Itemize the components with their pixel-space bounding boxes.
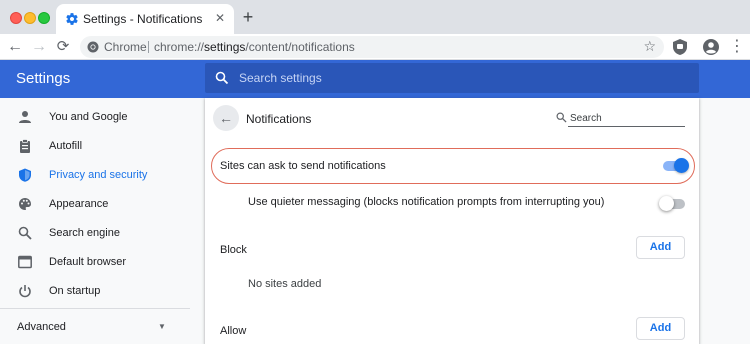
allow-add-button[interactable]: Add — [636, 317, 685, 340]
sidebar-item-label: You and Google — [49, 111, 128, 123]
bookmark-star-icon[interactable]: ☆ — [643, 38, 656, 55]
block-add-button[interactable]: Add — [636, 236, 685, 259]
back-button[interactable]: ← — [4, 36, 26, 58]
quiet-messaging-toggle[interactable] — [659, 196, 685, 211]
sidebar-divider — [0, 308, 190, 309]
power-icon — [19, 285, 31, 298]
shield-icon — [19, 168, 31, 182]
sidebar-item-label: On startup — [49, 285, 101, 297]
clipboard-icon — [20, 139, 30, 153]
toggle-knob — [659, 196, 674, 211]
notifications-toggle[interactable] — [663, 158, 689, 173]
new-tab-button[interactable]: + — [239, 8, 257, 26]
sidebar-item-you-and-google[interactable]: You and Google — [0, 103, 190, 132]
sidebar-item-autofill[interactable]: Autofill — [0, 132, 190, 161]
search-icon — [18, 226, 32, 240]
tab-close-button[interactable]: ✕ — [212, 10, 228, 26]
url-scheme: chrome:// — [154, 40, 205, 54]
back-arrow-button[interactable]: ← — [213, 105, 239, 131]
block-section-title: Block — [220, 244, 247, 256]
sidebar-item-label: Default browser — [49, 256, 127, 268]
notifications-toggle-row[interactable]: Sites can ask to send notifications — [211, 148, 695, 184]
toggle-knob — [674, 158, 689, 173]
browser-icon — [18, 255, 32, 269]
section-title: Notifications — [246, 112, 312, 126]
url-path: /content/notifications — [245, 40, 355, 54]
minimize-window-button[interactable] — [24, 12, 36, 24]
browser-toolbar: ← → ⟳ Chrome chrome://settings/content/n… — [0, 34, 750, 60]
sidebar-item-label: Search engine — [49, 227, 120, 239]
sidebar-item-label: Privacy and security — [49, 169, 148, 181]
site-search-input[interactable] — [568, 110, 685, 127]
sidebar: You and Google Autofill Privacy and secu… — [0, 98, 190, 344]
block-empty-message: No sites added — [248, 278, 322, 290]
chrome-icon — [87, 41, 99, 53]
sidebar-item-privacy-and-security[interactable]: Privacy and security — [0, 161, 190, 190]
maximize-window-button[interactable] — [38, 12, 50, 24]
close-window-button[interactable] — [10, 12, 22, 24]
palette-icon — [19, 198, 31, 210]
chevron-down-icon[interactable]: ▼ — [158, 322, 166, 331]
reload-button[interactable]: ⟳ — [52, 36, 74, 58]
sidebar-item-appearance[interactable]: Appearance — [0, 190, 190, 219]
settings-search-box[interactable] — [205, 63, 699, 93]
tab-settings[interactable]: Settings - Notifications ✕ — [56, 4, 234, 34]
more-menu-icon[interactable]: ⋮ — [728, 38, 746, 56]
sidebar-advanced-toggle[interactable]: Advanced — [17, 321, 66, 333]
settings-header: Settings — [0, 60, 750, 98]
sidebar-item-on-startup[interactable]: On startup — [0, 277, 190, 306]
profile-avatar-icon[interactable] — [702, 38, 720, 56]
search-icon — [215, 71, 229, 85]
url-text: chrome://settings/content/notifications — [154, 40, 355, 54]
allow-section-title: Allow — [220, 325, 247, 337]
sidebar-item-search-engine[interactable]: Search engine — [0, 219, 190, 248]
person-icon — [19, 111, 31, 123]
sidebar-item-default-browser[interactable]: Default browser — [0, 248, 190, 277]
settings-page: You and Google Autofill Privacy and secu… — [0, 98, 750, 344]
site-chip: Chrome — [104, 40, 147, 54]
notifications-card: ← Notifications Sites can ask to send no… — [205, 98, 699, 344]
forward-button[interactable]: → — [28, 36, 50, 58]
search-icon — [556, 112, 567, 123]
url-host: settings — [204, 40, 246, 54]
tab-strip: Settings - Notifications ✕ + — [0, 0, 750, 34]
page-title: Settings — [16, 70, 71, 87]
settings-search-input[interactable] — [239, 68, 679, 88]
quiet-messaging-label: Use quieter messaging (blocks notificati… — [248, 196, 605, 208]
sidebar-item-label: Autofill — [49, 140, 83, 152]
notifications-toggle-label: Sites can ask to send notifications — [220, 160, 386, 172]
address-divider — [148, 41, 149, 53]
extension-shield-icon[interactable] — [671, 38, 689, 56]
sidebar-item-label: Appearance — [49, 198, 109, 210]
tab-title: Settings - Notifications — [83, 12, 203, 26]
gear-icon — [66, 13, 78, 25]
address-bar[interactable]: Chrome chrome://settings/content/notific… — [80, 36, 664, 58]
